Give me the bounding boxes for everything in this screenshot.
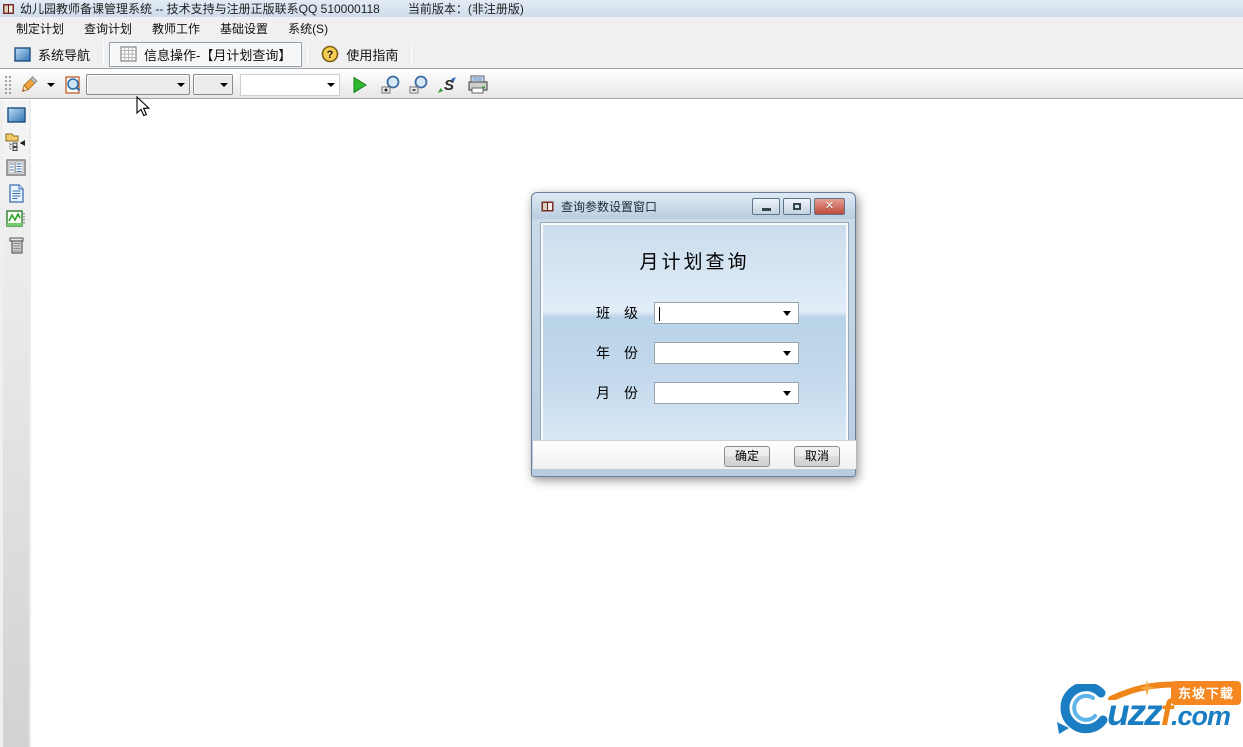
minimize-button[interactable] <box>752 197 780 215</box>
year-field-label: 年 份 <box>596 345 638 361</box>
blue-panel-icon <box>6 107 26 123</box>
class-combobox[interactable] <box>654 302 799 324</box>
cancel-button[interactable]: 取消 <box>794 446 840 467</box>
question-icon: ? <box>322 45 339 63</box>
dialog-button-bar: 确定 取消 <box>533 440 856 469</box>
menu-item-system[interactable]: 系统(S) <box>278 17 338 40</box>
dialog-titlebar[interactable]: 查询参数设置窗口 ✕ <box>532 193 855 219</box>
nav-toolbar: 系统导航 信息操作-【月计划查询】 ? 使用指南 <box>0 40 1243 69</box>
year-combobox[interactable] <box>654 342 799 364</box>
menu-item-settings[interactable]: 基础设置 <box>210 17 278 40</box>
zoom-out-button[interactable] <box>406 73 434 97</box>
info-operation-tab-label: 信息操作-【月计划查询】 <box>144 47 292 63</box>
chevron-down-icon <box>327 82 335 87</box>
grid-icon <box>120 46 137 62</box>
chevron-down-icon <box>177 82 185 87</box>
toolbar-grip[interactable] <box>3 73 12 96</box>
application-window: 幼儿园教师备课管理系统 -- 技术支持与注册正版联系QQ 510000118 当… <box>0 0 1243 747</box>
filter-combobox-1[interactable] <box>86 74 190 95</box>
left-sidebar <box>0 100 31 747</box>
app-title: 幼儿园教师备课管理系统 -- 技术支持与注册正版联系QQ 510000118 <box>20 2 380 16</box>
zoom-in-icon <box>381 75 400 94</box>
play-icon <box>353 76 367 93</box>
action-toolbar: S <box>0 70 1243 99</box>
dialog-form-panel: 月计划查询 班 级 年 份 月 份 <box>540 222 849 443</box>
separator <box>307 42 309 66</box>
sql-button[interactable]: S <box>434 73 460 97</box>
mouse-cursor <box>136 96 151 117</box>
chart-icon <box>6 209 25 227</box>
close-icon: ✕ <box>824 199 835 212</box>
edit-button[interactable] <box>16 73 41 97</box>
uzzf-watermark-logo: uzz f .com 东坡下载 <box>1055 680 1241 740</box>
brand-prefix: uzz <box>1107 692 1163 733</box>
ok-button[interactable]: 确定 <box>724 446 770 467</box>
menu-item-plan[interactable]: 制定计划 <box>6 17 74 40</box>
guide-button[interactable]: ? 使用指南 <box>313 42 406 67</box>
search-document-icon <box>65 75 81 94</box>
guide-label: 使用指南 <box>346 47 399 63</box>
maximize-icon <box>793 202 801 210</box>
app-book-icon <box>3 3 14 14</box>
zoom-in-button[interactable] <box>378 73 406 97</box>
text-caret <box>659 307 660 321</box>
menu-bar: 制定计划 查询计划 教师工作 基础设置 系统(S) <box>0 17 1243 40</box>
info-operation-tab[interactable]: 信息操作-【月计划查询】 <box>109 41 303 67</box>
app-titlebar: 幼儿园教师备课管理系统 -- 技术支持与注册正版联系QQ 510000118 当… <box>0 0 1243 17</box>
menu-item-query[interactable]: 查询计划 <box>74 17 142 40</box>
zoom-out-icon <box>409 75 428 94</box>
report-list-button[interactable] <box>4 156 28 178</box>
separator <box>411 42 413 66</box>
separator <box>103 42 105 66</box>
blue-panel-icon <box>14 46 31 62</box>
system-nav-label: 系统导航 <box>38 47 91 63</box>
report-list-icon <box>6 158 26 176</box>
close-button[interactable]: ✕ <box>814 197 845 215</box>
search-document-button[interactable] <box>61 73 86 97</box>
year-field-row: 年 份 <box>596 342 799 364</box>
brand-f: f <box>1160 692 1173 733</box>
chevron-down-icon <box>783 350 791 356</box>
maximize-button[interactable] <box>783 197 811 215</box>
folder-tree-icon <box>5 133 25 151</box>
chevron-down-icon <box>220 82 228 87</box>
brand-suffix: .com <box>1170 701 1231 731</box>
window-controls: ✕ <box>752 197 845 215</box>
dialog-title: 查询参数设置窗口 <box>561 199 658 214</box>
printer-icon <box>468 75 488 94</box>
class-field-row: 班 级 <box>596 302 799 324</box>
swirl-logo-icon <box>1057 684 1108 734</box>
filter-combobox-2[interactable] <box>193 74 233 95</box>
chevron-down-icon <box>783 390 791 396</box>
minimize-icon <box>761 207 771 211</box>
menu-item-teacher[interactable]: 教师工作 <box>142 17 210 40</box>
chart-view-button[interactable] <box>4 208 28 230</box>
dialog-book-icon <box>541 201 554 211</box>
run-query-button[interactable] <box>350 73 370 97</box>
month-field-label: 月 份 <box>596 385 638 401</box>
month-field-row: 月 份 <box>596 382 799 404</box>
document-icon <box>8 183 24 203</box>
print-button[interactable] <box>464 73 492 97</box>
app-version: 当前版本：(非注册版) <box>407 2 524 16</box>
class-field-label: 班 级 <box>596 305 638 321</box>
print-preview-button[interactable] <box>4 234 28 256</box>
svg-text:?: ? <box>327 49 334 61</box>
document-button[interactable] <box>4 182 28 204</box>
printer-roll-icon <box>9 237 23 254</box>
query-params-dialog: 查询参数设置窗口 ✕ 月计划查询 班 级 年 份 月 份 确定 取消 <box>531 192 856 477</box>
chevron-down-icon <box>47 82 55 87</box>
sparkle-icon <box>1139 680 1155 696</box>
panel-view-button[interactable] <box>4 104 28 126</box>
filter-combobox-3[interactable] <box>240 73 340 96</box>
sql-icon: S <box>438 76 456 94</box>
download-badge: 东坡下载 <box>1170 681 1241 705</box>
edit-dropdown-button[interactable] <box>41 73 61 97</box>
chevron-down-icon <box>783 310 791 316</box>
system-nav-button[interactable]: 系统导航 <box>6 42 98 67</box>
dialog-heading: 月计划查询 <box>639 252 750 273</box>
month-combobox[interactable] <box>654 382 799 404</box>
pencil-icon <box>21 75 38 92</box>
folder-tree-button[interactable] <box>4 130 28 152</box>
